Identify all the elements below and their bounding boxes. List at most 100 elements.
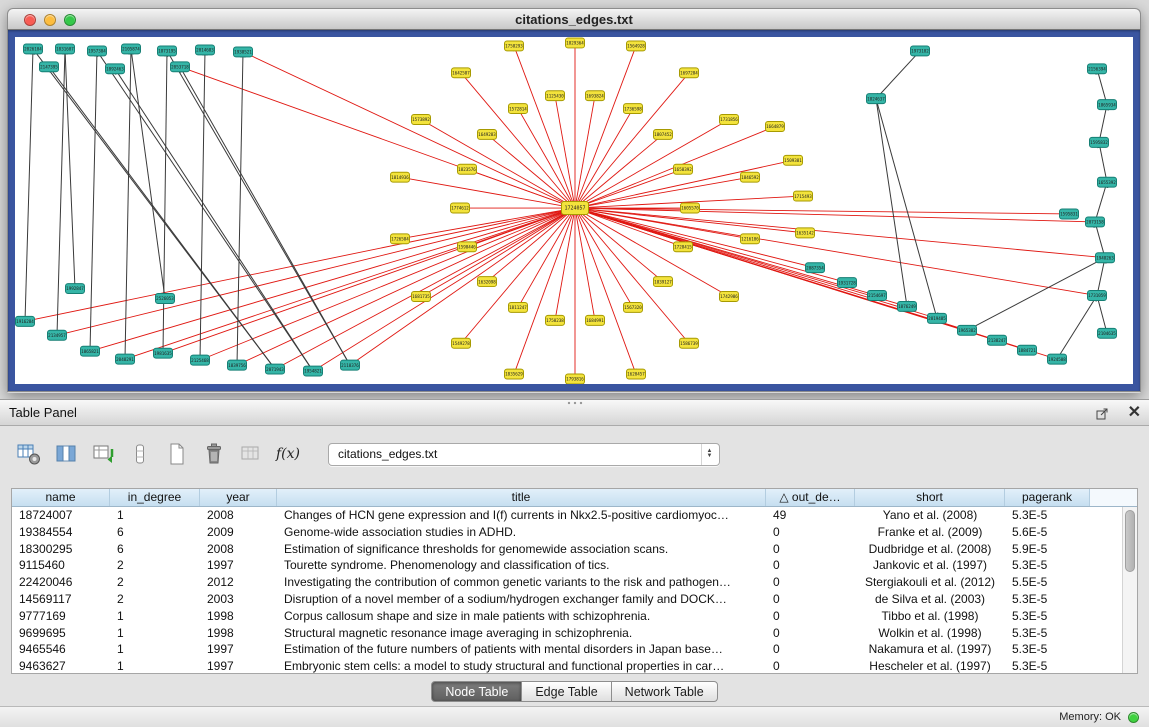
- window-titlebar[interactable]: citations_edges.txt: [7, 8, 1141, 30]
- table-settings-button[interactable]: [16, 441, 42, 467]
- graph-node[interactable]: 1684991: [586, 315, 605, 325]
- graph-node[interactable]: 1572814: [509, 104, 528, 114]
- graph-node[interactable]: 1750238: [546, 315, 565, 325]
- graph-node[interactable]: 1839127: [654, 277, 673, 287]
- graph-node[interactable]: 2125468: [191, 355, 210, 365]
- graph-node[interactable]: 2019485: [928, 313, 947, 323]
- graph-node[interactable]: 1642587: [452, 68, 471, 78]
- graph-node[interactable]: 1865821: [81, 346, 100, 356]
- graph-node[interactable]: 1957304: [88, 46, 107, 56]
- tab-node-table[interactable]: Node Table: [431, 681, 522, 702]
- graph-node[interactable]: 2026104: [24, 44, 43, 54]
- column-header-pagerank[interactable]: pagerank: [1005, 489, 1090, 506]
- graph-edge[interactable]: [57, 208, 575, 335]
- graph-edge[interactable]: [125, 49, 131, 359]
- graph-node[interactable]: 1664879: [766, 122, 785, 132]
- graph-edge[interactable]: [125, 208, 575, 359]
- graph-edge[interactable]: [237, 208, 575, 365]
- graph-edge[interactable]: [163, 51, 167, 353]
- graph-node[interactable]: 1605570: [681, 203, 700, 213]
- graph-node[interactable]: 1728415: [674, 242, 693, 252]
- graph-node[interactable]: 1595831: [1060, 209, 1079, 219]
- graph-node[interactable]: 1938521: [234, 47, 253, 57]
- graph-edge[interactable]: [313, 208, 575, 371]
- graph-node[interactable]: 1774612: [451, 203, 470, 213]
- graph-node[interactable]: 1807452: [654, 129, 673, 139]
- graph-node[interactable]: 1595832: [1090, 137, 1109, 147]
- graph-edge[interactable]: [575, 208, 636, 374]
- float-panel-icon[interactable]: [1090, 400, 1116, 426]
- column-header-name[interactable]: name: [12, 489, 110, 506]
- graph-edge[interactable]: [275, 208, 575, 369]
- graph-node[interactable]: 2087354: [806, 263, 825, 273]
- graph-node[interactable]: 1125430: [546, 91, 565, 101]
- table-row[interactable]: 911546021997Tourette syndrome. Phenomeno…: [12, 557, 1122, 574]
- table-row[interactable]: 2242004622012Investigating the contribut…: [12, 574, 1122, 591]
- graph-edge[interactable]: [131, 49, 165, 299]
- graph-node[interactable]: 1835629: [505, 369, 524, 379]
- graph-node[interactable]: 2073158: [1086, 217, 1105, 227]
- graph-edge[interactable]: [575, 46, 636, 208]
- graph-node[interactable]: 1632098: [478, 277, 497, 287]
- graph-node[interactable]: 2071943: [266, 364, 285, 374]
- graph-node[interactable]: 1839756: [228, 360, 247, 370]
- graph-node[interactable]: 1846592: [741, 172, 760, 182]
- graph-node[interactable]: 1509381: [784, 155, 803, 165]
- graph-node[interactable]: 1981635: [154, 348, 173, 358]
- graph-node[interactable]: 2105874: [122, 44, 141, 54]
- graph-edge[interactable]: [1099, 105, 1107, 143]
- graph-node[interactable]: 1658392: [674, 164, 693, 174]
- graph-node[interactable]: 1823576: [458, 164, 477, 174]
- table-row[interactable]: 946554611997Estimation of the future num…: [12, 641, 1122, 658]
- graph-node[interactable]: 1758293: [505, 41, 524, 51]
- graph-node[interactable]: 1635142: [796, 228, 815, 238]
- graph-node[interactable]: 1814936: [391, 172, 410, 182]
- graph-node[interactable]: 1693824: [586, 91, 605, 101]
- graph-node[interactable]: 1954821: [304, 366, 323, 376]
- graph-node[interactable]: 2134957: [48, 330, 67, 340]
- new-column-button[interactable]: [164, 441, 190, 467]
- column-header-out-degree[interactable]: △ out_de…: [766, 489, 855, 506]
- graph-node[interactable]: 1948263: [1096, 253, 1115, 263]
- graph-node[interactable]: 1567320: [624, 302, 643, 312]
- graph-edge[interactable]: [25, 208, 575, 321]
- panel-drag-handle[interactable]: [566, 401, 584, 405]
- graph-edge[interactable]: [237, 52, 243, 365]
- graph-node[interactable]: 1973102: [911, 46, 930, 56]
- scrollbar-thumb[interactable]: [1125, 510, 1135, 572]
- graph-node[interactable]: 1811247: [509, 302, 528, 312]
- tab-network-table[interactable]: Network Table: [611, 681, 718, 702]
- graph-node[interactable]: 1573892: [412, 115, 431, 125]
- graph-node[interactable]: 1736598: [624, 104, 643, 114]
- graph-edge[interactable]: [876, 51, 920, 99]
- graph-node[interactable]: 1742986: [720, 292, 739, 302]
- graph-edge[interactable]: [97, 51, 313, 371]
- table-row[interactable]: 1872400712008Changes of HCN gene express…: [12, 507, 1122, 524]
- graph-node[interactable]: 1831607: [56, 44, 75, 54]
- graph-edge[interactable]: [876, 99, 907, 307]
- minimize-window-button[interactable]: [44, 14, 56, 26]
- merge-table-button[interactable]: [238, 441, 264, 467]
- graph-node[interactable]: 1829364: [566, 38, 585, 48]
- graph-node[interactable]: 2048291: [116, 354, 135, 364]
- graph-node[interactable]: 1564928: [627, 41, 646, 51]
- table-row[interactable]: 1456911722003Disruption of a novel membe…: [12, 591, 1122, 608]
- function-builder-button[interactable]: f(x): [275, 441, 301, 467]
- graph-edge[interactable]: [1095, 182, 1107, 222]
- show-columns-button[interactable]: [53, 441, 79, 467]
- column-header-in-degree[interactable]: in_degree: [110, 489, 200, 506]
- delete-column-button[interactable]: [201, 441, 227, 467]
- graph-node[interactable]: 2147395: [40, 62, 59, 72]
- graph-node[interactable]: 2154697: [868, 291, 887, 301]
- zoom-window-button[interactable]: [64, 14, 76, 26]
- graph-edge[interactable]: [1099, 142, 1107, 182]
- graph-node[interactable]: 2104635: [1098, 328, 1117, 338]
- graph-edge[interactable]: [33, 49, 275, 369]
- column-header-short[interactable]: short: [855, 489, 1005, 506]
- graph-edge[interactable]: [514, 208, 575, 374]
- network-canvas[interactable]: 1724057 1605570 1728415 1839127 1567320 16849…: [15, 37, 1133, 384]
- graph-node[interactable]: 1649283: [478, 129, 497, 139]
- graph-node[interactable]: 1965382: [958, 325, 977, 335]
- table-row[interactable]: 977716911998Corpus callosum shape and si…: [12, 608, 1122, 625]
- graph-hub-node[interactable]: 1724057: [562, 202, 589, 215]
